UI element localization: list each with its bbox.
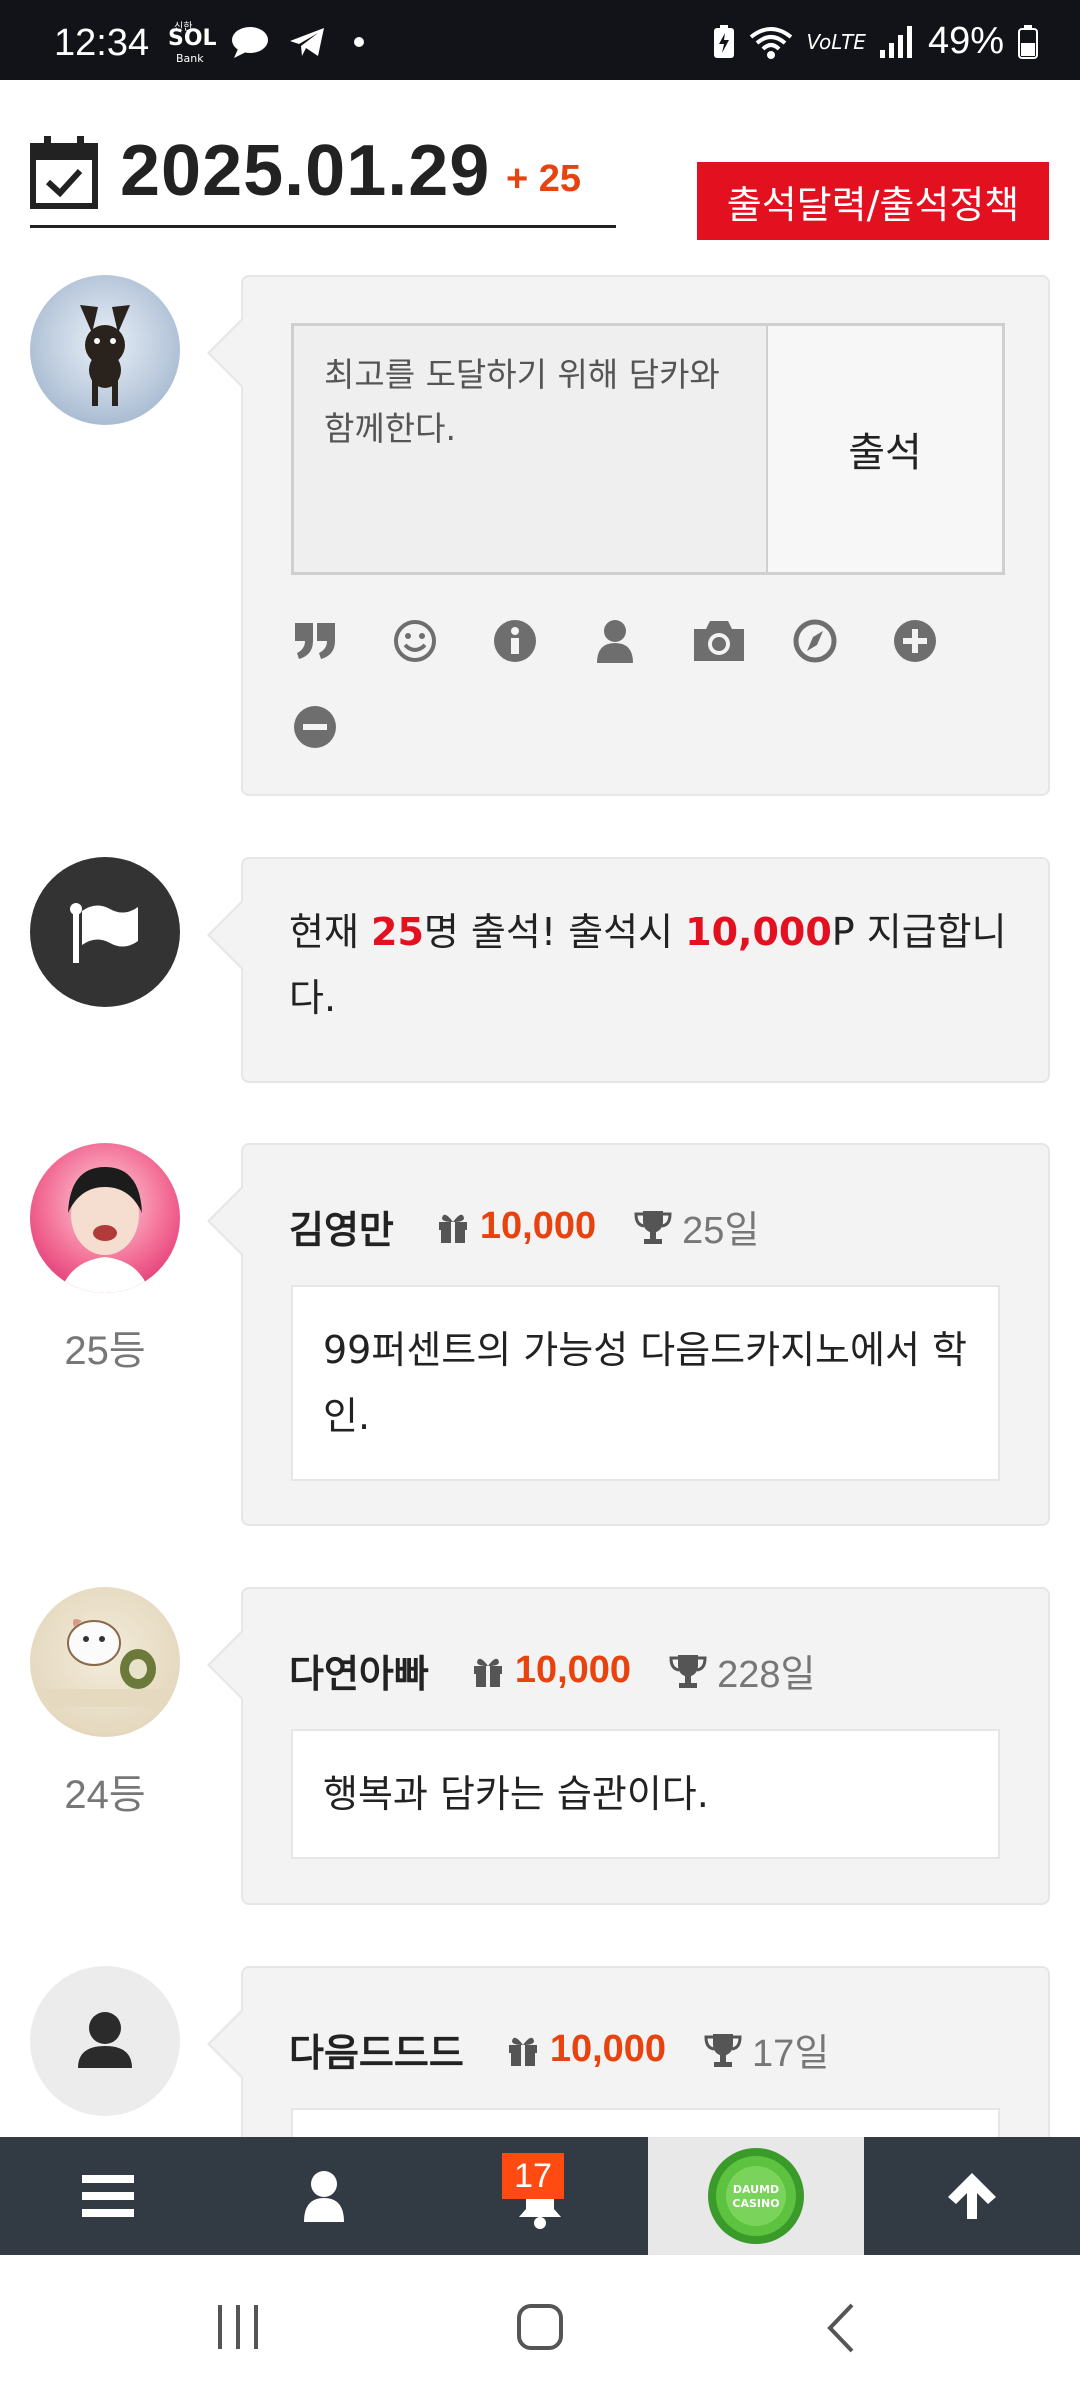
calendar-check-icon [30, 136, 98, 209]
chat-bubble-icon [232, 27, 268, 58]
info-icon[interactable] [491, 617, 539, 665]
member-name[interactable]: 다음드드드 [289, 2022, 464, 2077]
points-value: 10,000 [479, 1205, 597, 1247]
notice-points: 10,000 [685, 910, 832, 954]
attendance-entry: 김영만 10,000 25일 99퍼센트의 가능성 다음드카지노에서 학인. [207, 1143, 1050, 1526]
volte-indicator: VoLTE [806, 29, 866, 54]
trophy-icon [669, 1654, 707, 1688]
trophy-icon [704, 2033, 742, 2067]
attendance-policy-button[interactable]: 출석달력/출석정책 [697, 162, 1049, 240]
minus-circle-icon[interactable] [291, 703, 339, 751]
status-time: 12:34 [54, 22, 150, 64]
camera-icon[interactable] [691, 617, 747, 665]
bottom-nav: 17 DAUMD CASINO [0, 2137, 1080, 2255]
entry-message: 행복과 담카는 습관이다. [291, 1729, 1000, 1859]
member-avatar[interactable] [30, 1587, 180, 1737]
menu-icon [82, 2175, 134, 2217]
sol-bank-icon: 신한 SOL Bank [168, 22, 217, 65]
gift-icon [508, 2037, 537, 2066]
entry-header: 김영만 10,000 25일 [289, 1199, 759, 1254]
dog-avatar-image [80, 305, 130, 406]
flag-icon [70, 903, 138, 963]
plus-circle-icon[interactable] [891, 617, 939, 665]
notice-avatar [30, 857, 180, 1007]
svg-text:DAUMD: DAUMD [733, 2183, 779, 2196]
signal-icon [879, 25, 912, 58]
rank-label: 25등 [64, 1329, 146, 1373]
consecutive-days: 25일 [682, 1210, 760, 1252]
member-name[interactable]: 다연아빠 [289, 1643, 429, 1698]
compass-icon[interactable] [791, 617, 839, 665]
battery-saver-icon [713, 24, 734, 58]
back-button[interactable] [826, 2303, 856, 2357]
rank-label: 24등 [64, 1773, 146, 1817]
wifi-icon [749, 26, 792, 59]
attendance-count: + 25 [506, 158, 582, 200]
member-name[interactable]: 김영만 [289, 1199, 394, 1254]
recent-apps-icon [218, 2305, 258, 2349]
profile-button[interactable] [216, 2137, 432, 2255]
battery-icon [1018, 24, 1038, 59]
telegram-icon [290, 28, 324, 56]
arrow-up-icon [948, 2173, 996, 2219]
entry-message: 99퍼센트의 가능성 다음드카지노에서 학인. [291, 1285, 1000, 1481]
smile-icon[interactable] [391, 617, 439, 665]
compose-box: 최고를 도달하기 위해 담카와 함께한다. 출석 [291, 323, 1005, 575]
gift-icon [473, 1658, 502, 1687]
entry-header: 다연아빠 10,000 228일 [289, 1643, 815, 1698]
battery-percent: 49% [927, 20, 1004, 62]
status-bar: 12:34 신한 SOL Bank VoLTE 49% [0, 0, 1080, 80]
points-value: 10,000 [514, 1649, 632, 1691]
status-notification-icons: 신한 SOL Bank [168, 18, 364, 66]
default-user-icon [78, 2012, 132, 2068]
member-avatar[interactable] [30, 1966, 180, 2116]
attend-submit-button[interactable]: 출석 [768, 326, 1002, 572]
svg-text:CASINO: CASINO [732, 2197, 779, 2210]
more-notifications-dot [354, 37, 364, 47]
recent-apps-button[interactable] [214, 2305, 262, 2353]
points-value: 10,000 [549, 2028, 667, 2070]
gift-icon [438, 1214, 467, 1243]
notice-card: 현재 25명 출석! 출석시 10,000P 지급합니다. [207, 857, 1050, 1083]
consecutive-days: 17일 [752, 2033, 830, 2075]
status-right-icons: VoLTE 49% [713, 20, 1038, 63]
home-button[interactable] [516, 2303, 564, 2355]
notice-count: 25 [371, 910, 424, 954]
casino-logo: DAUMD CASINO [708, 2148, 804, 2244]
consecutive-days: 228일 [717, 1654, 816, 1696]
back-icon [827, 2303, 854, 2353]
system-nav-bar [0, 2255, 1080, 2400]
trophy-icon [634, 1210, 672, 1244]
member-avatar[interactable] [30, 1143, 180, 1293]
user-icon [304, 2171, 344, 2222]
compose-card: 최고를 도달하기 위해 담카와 함께한다. 출석 [207, 275, 1050, 796]
entry-header: 다음드드드 10,000 17일 [289, 2022, 829, 2077]
attendance-entry: 다연아빠 10,000 228일 행복과 담카는 습관이다. [207, 1587, 1050, 1905]
my-avatar [30, 275, 180, 425]
quote-icon[interactable] [291, 617, 339, 665]
casino-logo-button[interactable]: DAUMD CASINO [648, 2137, 864, 2255]
attendance-header: 2025.01.29 + 25 [30, 128, 616, 228]
attendance-date: 2025.01.29 [120, 131, 491, 211]
greeting-textarea[interactable]: 최고를 도달하기 위해 담카와 함께한다. [294, 326, 768, 572]
menu-button[interactable] [0, 2137, 216, 2255]
notification-badge: 17 [502, 2153, 564, 2199]
home-icon [517, 2304, 563, 2350]
attendance-notice: 현재 25명 출석! 출석시 10,000P 지급합니다. [289, 910, 1007, 1020]
user-icon[interactable] [591, 617, 639, 665]
scroll-top-button[interactable] [864, 2137, 1080, 2255]
